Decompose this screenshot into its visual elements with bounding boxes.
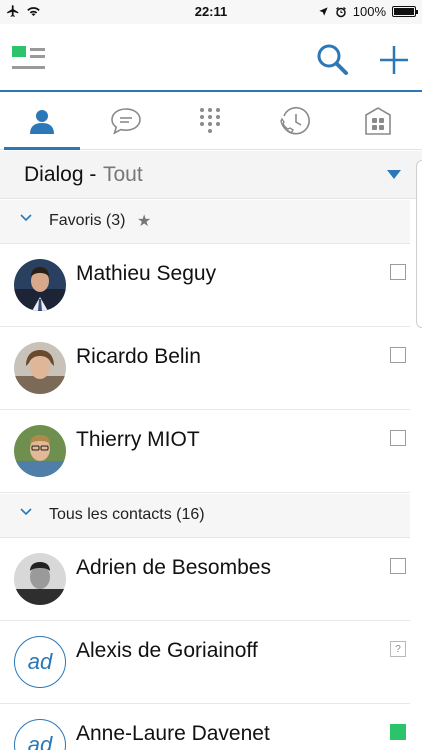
search-button[interactable] <box>314 42 350 78</box>
contact-name: Adrien de Besombes <box>76 556 271 579</box>
dropdown-caret-icon[interactable] <box>387 170 401 179</box>
search-icon <box>317 44 348 75</box>
alarm-icon <box>335 6 346 17</box>
contact-row-anne-laure-davenet[interactable]: ad Anne-Laure Davenet <box>0 704 410 750</box>
avatar <box>14 342 66 394</box>
chat-bubble-icon <box>111 108 141 135</box>
avatar-initials: ad <box>14 719 66 750</box>
section-all-contacts-label: Tous les contacts (16) <box>49 506 205 523</box>
battery-percent: 100% <box>352 4 386 19</box>
tab-dialpad[interactable] <box>168 92 252 150</box>
presence-online-checkbox[interactable] <box>390 724 406 740</box>
star-icon: ★ <box>137 213 152 230</box>
side-panel-edge[interactable] <box>416 160 422 328</box>
presence-checkbox[interactable] <box>390 430 406 446</box>
menu-logo-icon[interactable] <box>12 46 46 74</box>
battery-fill <box>394 8 414 15</box>
location-icon <box>319 7 328 16</box>
section-favorites[interactable]: Favoris (3) ★ <box>0 200 410 244</box>
tab-messages[interactable] <box>84 92 168 150</box>
contact-row-alexis-de-goriainoff[interactable]: ad Alexis de Goriainoff ? <box>0 621 410 704</box>
contact-name: Thierry MIOT <box>76 428 200 451</box>
contact-row-mathieu-seguy[interactable]: Mathieu Seguy <box>0 244 410 327</box>
filter-title: Dialog - <box>24 163 97 186</box>
app-header <box>0 24 422 92</box>
section-all-contacts[interactable]: Tous les contacts (16) <box>0 494 410 538</box>
plus-icon <box>380 46 408 74</box>
avatar <box>14 259 66 311</box>
avatar-initials: ad <box>14 636 66 688</box>
avatar <box>14 553 66 605</box>
battery-icon <box>392 6 418 17</box>
call-history-icon <box>280 106 310 135</box>
status-bar: 22:11 100% <box>0 0 422 24</box>
apps-icon <box>365 107 391 135</box>
contact-name: Mathieu Seguy <box>76 262 217 285</box>
presence-unknown-checkbox[interactable]: ? <box>390 641 406 657</box>
filter-value: Tout <box>103 163 143 186</box>
dialog-filter[interactable]: Dialog - Tout <box>0 151 422 199</box>
contact-name: Alexis de Goriainoff <box>76 639 258 662</box>
tab-history[interactable] <box>252 92 336 150</box>
chevron-down-icon <box>20 214 32 222</box>
contact-name: Anne-Laure Davenet <box>76 722 270 745</box>
presence-checkbox[interactable] <box>390 264 406 280</box>
contact-row-adrien-de-besombes[interactable]: Adrien de Besombes <box>0 538 410 621</box>
tab-contacts[interactable] <box>0 92 84 150</box>
tab-apps[interactable] <box>336 92 420 150</box>
presence-checkbox[interactable] <box>390 558 406 574</box>
section-favorites-label: Favoris (3) <box>49 212 126 229</box>
add-button[interactable] <box>376 42 412 78</box>
contact-name: Ricardo Belin <box>76 345 201 368</box>
presence-checkbox[interactable] <box>390 347 406 363</box>
avatar <box>14 425 66 477</box>
person-icon <box>30 110 54 134</box>
status-right: 100% <box>318 4 418 19</box>
tab-bar <box>0 92 422 150</box>
contact-row-ricardo-belin[interactable]: Ricardo Belin <box>0 327 410 410</box>
contact-row-thierry-miot[interactable]: Thierry MIOT <box>0 410 410 493</box>
chevron-down-icon <box>20 508 32 516</box>
dialpad-icon <box>200 108 220 133</box>
